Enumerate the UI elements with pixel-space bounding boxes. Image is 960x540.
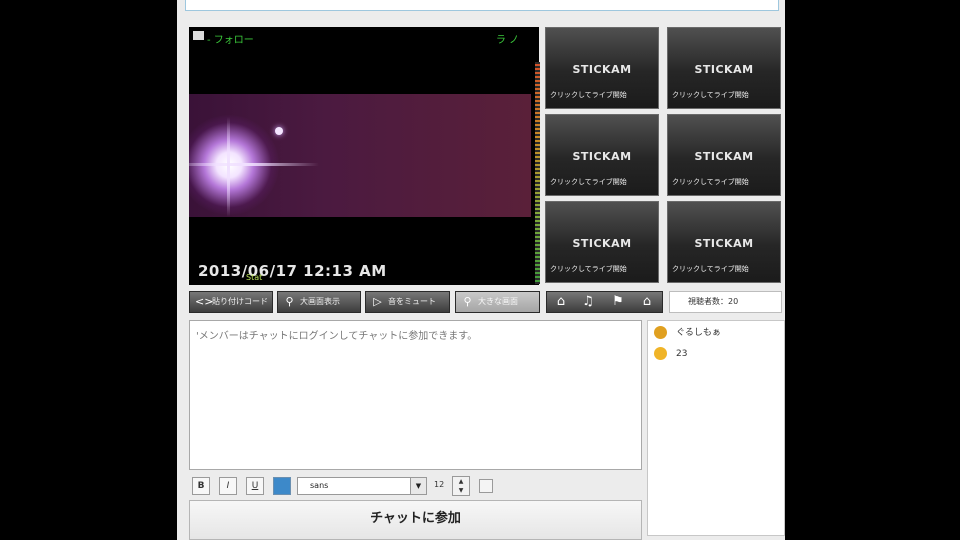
video-label-right: ラ ノ xyxy=(495,35,519,46)
light-dot xyxy=(275,127,283,135)
font-size-stepper[interactable]: ▲ ▼ xyxy=(452,476,470,496)
stickam-logo: STICKAM xyxy=(694,150,754,163)
audio-level-meter xyxy=(535,62,540,284)
thumbnail-slot-6[interactable]: STICKAM クリックしてライブ開始 xyxy=(667,201,781,283)
font-select-value: sans xyxy=(310,481,329,490)
stickam-logo: STICKAM xyxy=(572,63,632,76)
magnifier-icon: ⚲ xyxy=(285,295,294,308)
large-screen-button[interactable]: ⚲ 大きな画面 xyxy=(455,291,540,313)
bold-button[interactable]: B xyxy=(192,477,210,495)
stickam-logo: STICKAM xyxy=(572,150,632,163)
font-size-value: 12 xyxy=(434,480,445,489)
flare-ray-horizontal xyxy=(189,163,319,166)
speaker-icon: ▷ xyxy=(373,295,382,308)
stickam-logo: STICKAM xyxy=(572,237,632,250)
large-screen-label: 大きな画面 xyxy=(478,297,518,306)
viewer-count-value: 20 xyxy=(728,297,739,306)
embed-code-button[interactable]: <> 貼り付けコード xyxy=(189,291,273,313)
thumbnail-slot-3[interactable]: STICKAM クリックしてライブ開始 xyxy=(545,114,659,196)
live-video-player[interactable]: - フォロー ラ ノ 2013/06/17 12:13 AM Stat xyxy=(189,27,539,285)
mute-label: 音をミュート xyxy=(388,297,436,306)
thumbnail-caption: クリックしてライブ開始 xyxy=(672,91,749,99)
system-message: 'メンバーはチャットにログインしてチャットに参加できます。 xyxy=(196,331,478,342)
user-list[interactable]: ぐるしもぁ 23 xyxy=(647,320,785,536)
chat-bubble-icon xyxy=(193,31,204,40)
user-name: ぐるしもぁ xyxy=(676,328,721,338)
user-name: 23 xyxy=(676,349,688,359)
flare-ray-vertical xyxy=(227,117,230,217)
thumbnail-caption: クリックしてライブ開始 xyxy=(550,265,627,273)
house-icon[interactable]: ⌂ xyxy=(637,294,657,310)
gift-icon[interactable]: ⚑ xyxy=(608,294,628,310)
emoticon-button[interactable] xyxy=(479,479,493,493)
search-icon: ⚲ xyxy=(463,295,472,308)
zoom-button[interactable]: ⚲ 大画面表示 xyxy=(277,291,361,313)
home-icon[interactable]: ⌂ xyxy=(551,294,571,310)
thumbnail-slot-2[interactable]: STICKAM クリックしてライブ開始 xyxy=(667,27,781,109)
video-timestamp: 2013/06/17 12:13 AM xyxy=(198,262,387,280)
thumbnail-slot-1[interactable]: STICKAM クリックしてライブ開始 xyxy=(545,27,659,109)
stickam-logo: STICKAM xyxy=(694,237,754,250)
top-input-bar[interactable] xyxy=(185,0,779,11)
thumbnail-caption: クリックしてライブ開始 xyxy=(672,178,749,186)
italic-button[interactable]: I xyxy=(219,477,237,495)
user-avatar-icon xyxy=(654,347,667,360)
join-chat-button[interactable]: チャットに参加 xyxy=(189,500,642,540)
user-avatar-icon xyxy=(654,326,667,339)
thumbnail-caption: クリックしてライブ開始 xyxy=(672,265,749,273)
media-icon-bar: ⌂ ♫ ⚑ ⌂ xyxy=(546,291,663,313)
stickam-logo: STICKAM xyxy=(694,63,754,76)
viewer-count-label: 視聴者数： xyxy=(688,297,728,306)
thumbnail-caption: クリックしてライブ開始 xyxy=(550,91,627,99)
text-color-picker[interactable] xyxy=(273,477,291,495)
viewer-count: 視聴者数：20 xyxy=(669,291,782,313)
font-select[interactable]: sans ▼ xyxy=(297,477,427,495)
code-icon: <> xyxy=(195,295,214,308)
video-label-left: - フォロー xyxy=(207,35,254,46)
mute-button[interactable]: ▷ 音をミュート xyxy=(365,291,450,313)
thumbnail-slot-4[interactable]: STICKAM クリックしてライブ開始 xyxy=(667,114,781,196)
music-icon[interactable]: ♫ xyxy=(578,294,598,310)
stickam-app: - フォロー ラ ノ 2013/06/17 12:13 AM Stat STIC… xyxy=(177,0,785,540)
underline-button[interactable]: U xyxy=(246,477,264,495)
video-sub-label: Stat xyxy=(246,273,263,282)
zoom-label: 大画面表示 xyxy=(300,297,340,306)
embed-code-label: 貼り付けコード xyxy=(212,297,268,306)
thumbnail-caption: クリックしてライブ開始 xyxy=(550,178,627,186)
thumbnail-slot-5[interactable]: STICKAM クリックしてライブ開始 xyxy=(545,201,659,283)
chevron-down-icon[interactable]: ▼ xyxy=(410,478,426,494)
chat-log[interactable]: 'メンバーはチャットにログインしてチャットに参加できます。 xyxy=(189,320,642,470)
